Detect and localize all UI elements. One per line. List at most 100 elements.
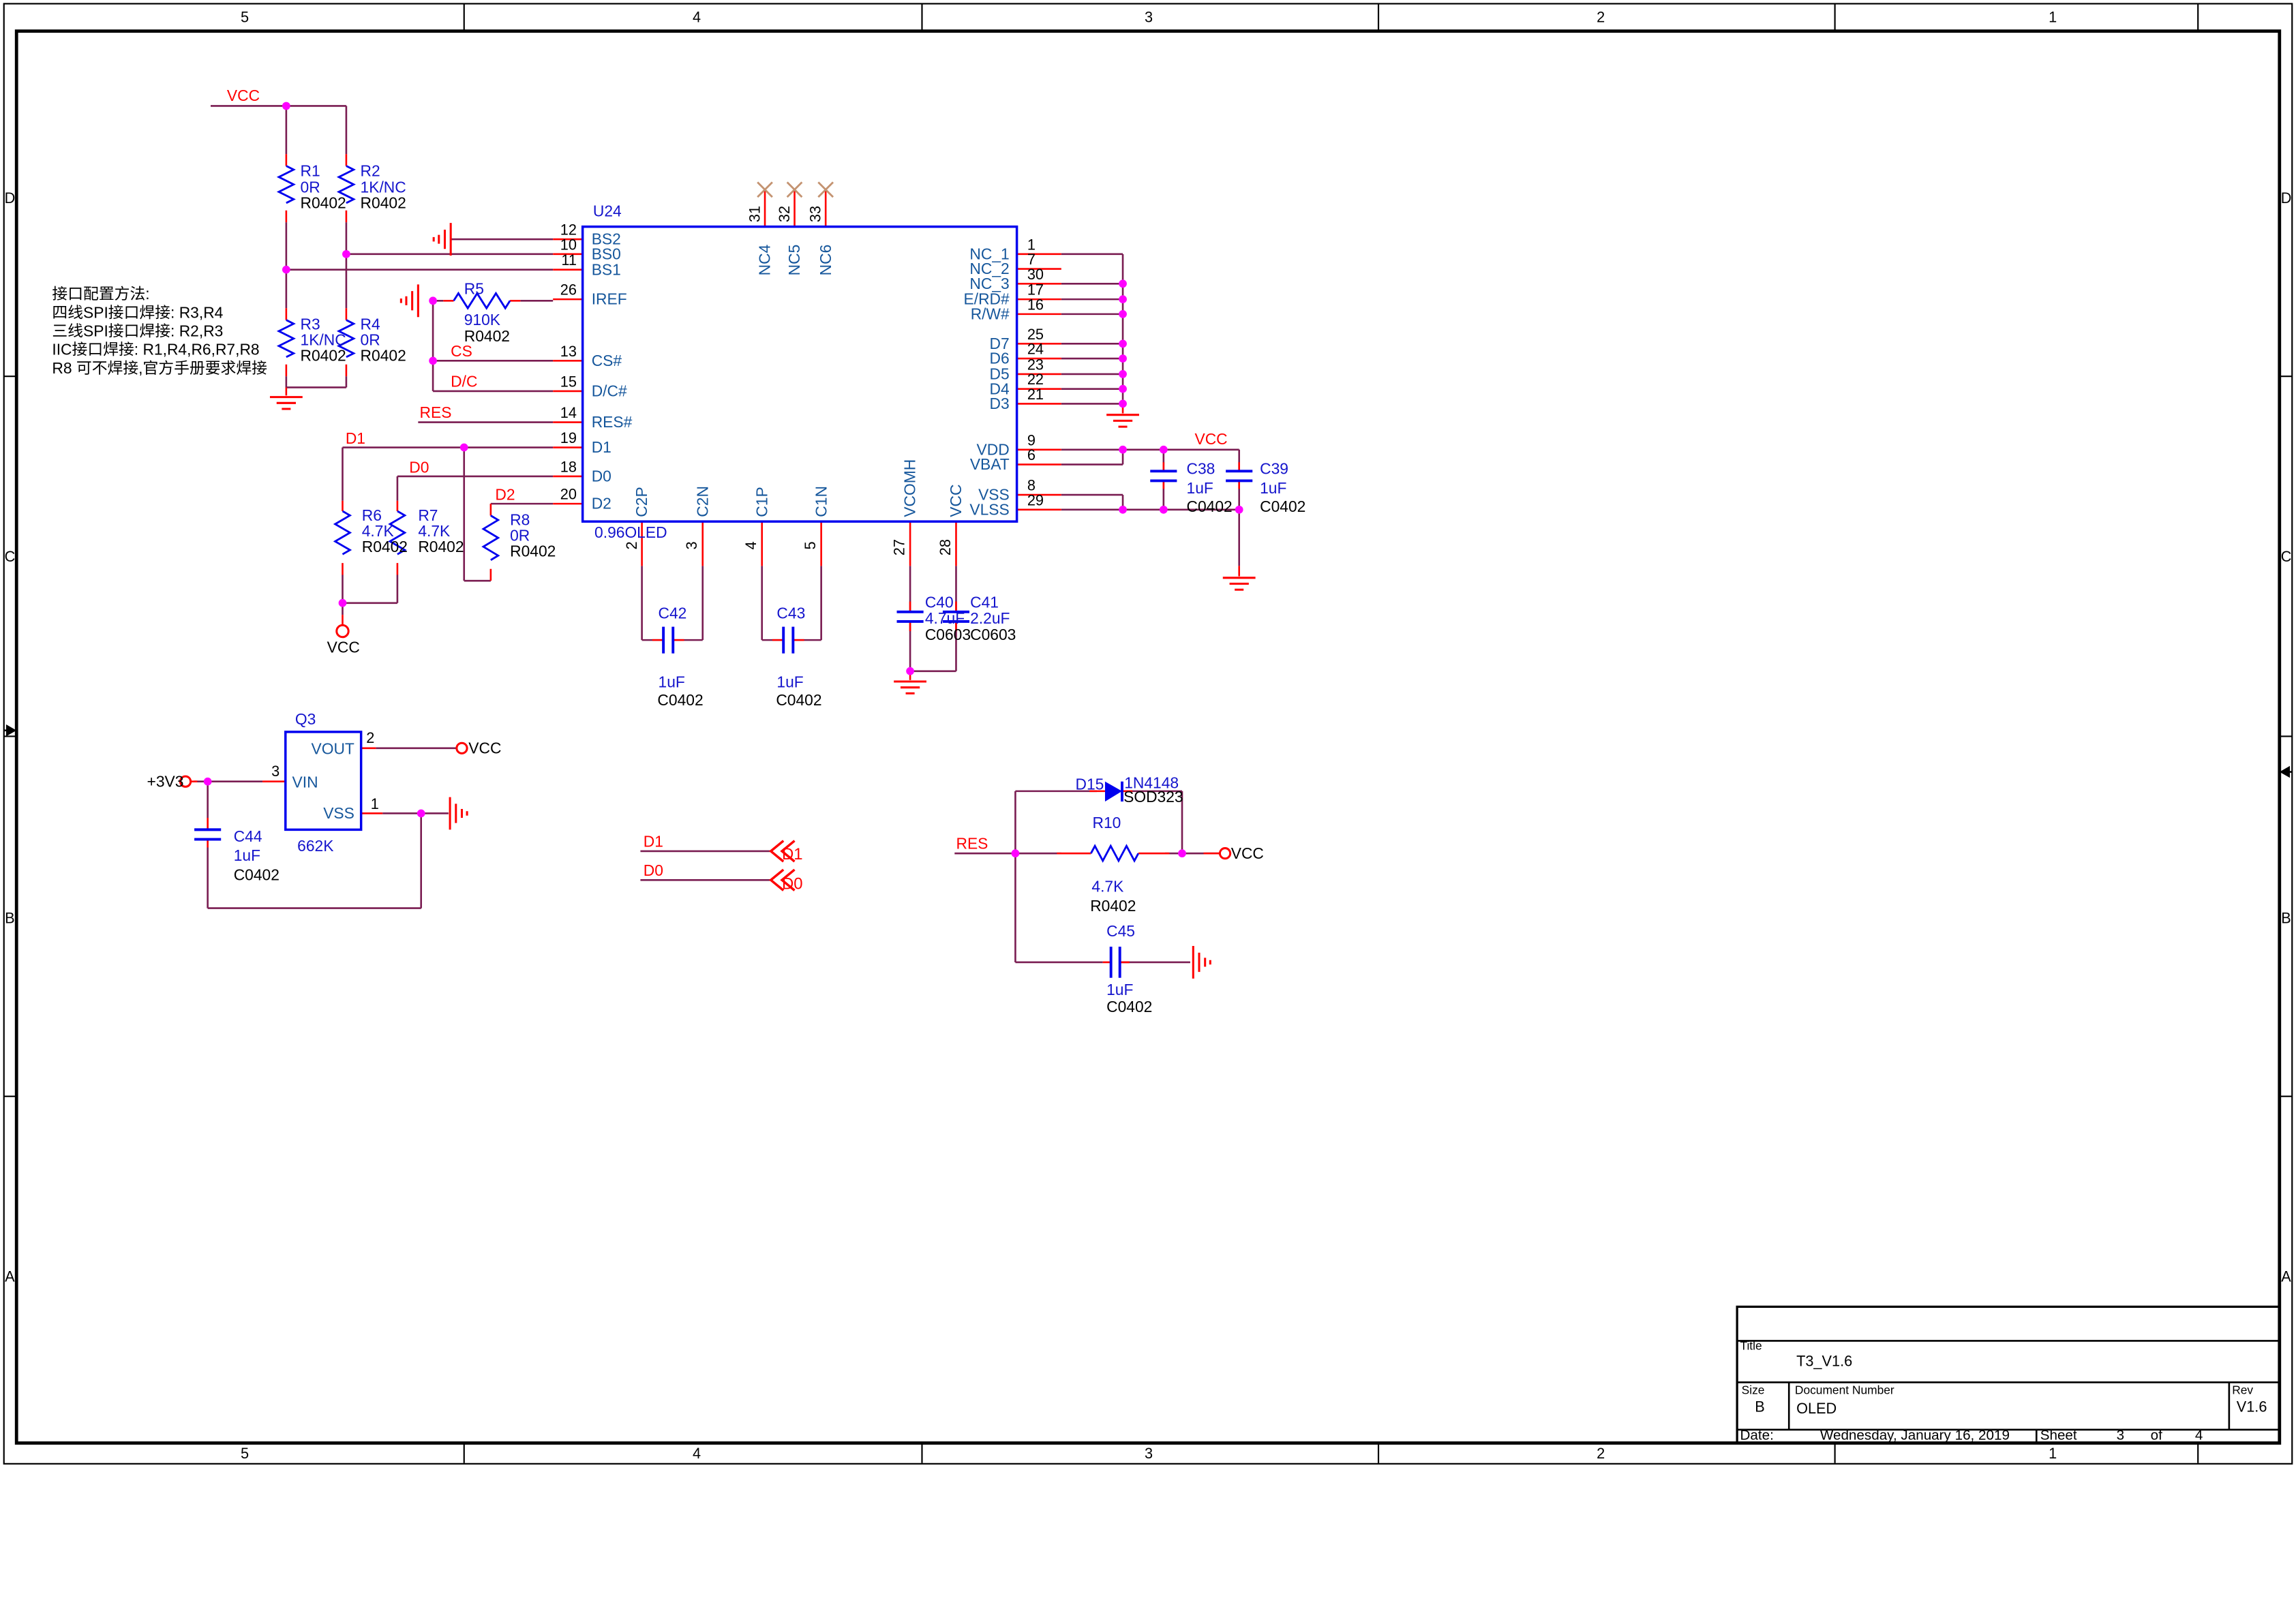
resistor-r3-symbol bbox=[279, 320, 294, 357]
ref-r10: R10 bbox=[1092, 814, 1121, 831]
gnd-icon-c40 bbox=[894, 682, 926, 693]
gnd-icon-q3-vss bbox=[450, 797, 467, 830]
fp-r10: R0402 bbox=[1090, 897, 1136, 915]
net-d0-left: D0 bbox=[644, 861, 663, 879]
rev-value: V1.6 bbox=[2237, 1398, 2267, 1416]
zone-right-d: D bbox=[2281, 189, 2292, 206]
sheet-alignment-arrow-right bbox=[2280, 766, 2292, 778]
ref-c43: C43 bbox=[776, 605, 805, 622]
num-30: 30 bbox=[1027, 266, 1044, 283]
pin-vin: VIN bbox=[292, 773, 318, 791]
net-d0: D0 bbox=[409, 458, 429, 476]
rev-label: Rev bbox=[2232, 1383, 2253, 1397]
fp-c45: C0402 bbox=[1106, 998, 1152, 1015]
ref-c39: C39 bbox=[1260, 460, 1288, 478]
gnd-icon-iref bbox=[401, 284, 418, 317]
net-res: RES bbox=[420, 403, 452, 421]
pin-nc6: NC6 bbox=[817, 245, 834, 276]
fp-c44: C0402 bbox=[234, 866, 280, 883]
ref-c44: C44 bbox=[234, 827, 262, 845]
pin-vout: VOUT bbox=[311, 740, 354, 758]
net-vcc-right: VCC bbox=[1194, 430, 1227, 448]
ref-r5: R5 bbox=[464, 280, 484, 298]
num-q3-2: 2 bbox=[366, 729, 374, 746]
fp-r5: R0402 bbox=[464, 327, 510, 345]
component-symbols bbox=[194, 166, 1252, 977]
zone-top-3: 3 bbox=[1145, 9, 1153, 26]
num-28: 28 bbox=[937, 539, 954, 555]
port-vcc-1: VCC bbox=[327, 639, 360, 656]
net-res-2: RES bbox=[956, 835, 988, 853]
zone-right-c: C bbox=[2281, 548, 2292, 565]
pin-stubs bbox=[191, 154, 1239, 962]
fp-r6: R0402 bbox=[362, 538, 408, 555]
sheet-title: T3_V1.6 bbox=[1796, 1352, 1852, 1369]
capacitor-c42-symbol bbox=[663, 627, 673, 654]
ref-d15: D15 bbox=[1075, 776, 1104, 793]
val-r5: 910K bbox=[464, 311, 500, 328]
pin-vcomh: VCOMH bbox=[901, 459, 919, 517]
zone-top-4: 4 bbox=[693, 9, 701, 26]
val-c45: 1uF bbox=[1106, 981, 1133, 998]
pin-vss-q3: VSS bbox=[323, 804, 354, 822]
zone-left-a: A bbox=[5, 1268, 15, 1285]
num-q3-1: 1 bbox=[371, 795, 379, 812]
doc-number-value: OLED bbox=[1796, 1400, 1837, 1417]
val-c38: 1uF bbox=[1187, 479, 1213, 497]
wire-ic-right bbox=[1061, 254, 1239, 566]
fp-d15: SOD323 bbox=[1123, 788, 1183, 806]
fp-r4: R0402 bbox=[361, 346, 406, 364]
val-c40: 4.7uF bbox=[925, 609, 965, 627]
doc-number-label: Document Number bbox=[1795, 1383, 1894, 1397]
pin-c1n: C1N bbox=[812, 486, 830, 517]
pin-res: RES# bbox=[592, 413, 633, 431]
note-line-4: IIC接口焊接: R1,R4,R6,R7,R8 bbox=[52, 341, 259, 358]
ref-u24: U24 bbox=[593, 202, 622, 219]
fp-c42: C0402 bbox=[657, 691, 703, 709]
zone-left-c: C bbox=[5, 548, 16, 565]
wire-reset-circuit bbox=[954, 791, 1220, 962]
pin-iref: IREF bbox=[592, 290, 627, 308]
num-10: 10 bbox=[560, 236, 577, 253]
vcc-port-circle-1 bbox=[337, 625, 348, 637]
fp-r3: R0402 bbox=[301, 346, 346, 364]
zone-top-2: 2 bbox=[1597, 9, 1605, 26]
pin-c2p: C2P bbox=[633, 487, 650, 517]
capacitor-c40-symbol bbox=[897, 612, 924, 622]
num-13: 13 bbox=[560, 343, 577, 360]
fp-c39: C0402 bbox=[1260, 498, 1305, 515]
zone-bottom-3: 3 bbox=[1145, 1445, 1153, 1462]
capacitor-c43-symbol bbox=[783, 627, 793, 654]
num-19: 19 bbox=[560, 429, 577, 446]
gnd-icon-data-bus bbox=[1106, 415, 1139, 427]
zone-right-b: B bbox=[2281, 909, 2291, 926]
date-label: Date: bbox=[1740, 1428, 1773, 1443]
zone-top-1: 1 bbox=[2049, 9, 2057, 26]
pin-nc5: NC5 bbox=[785, 245, 803, 276]
num-q3-3: 3 bbox=[271, 763, 280, 780]
gnd-icon-r3 bbox=[270, 397, 303, 409]
schematic-page: Title T3_V1.6 Size B Document Number OLE… bbox=[0, 0, 2296, 1622]
pin-bs1: BS1 bbox=[592, 260, 621, 278]
sheet-alignment-arrow-left bbox=[4, 724, 16, 736]
pin-vbat: VBAT bbox=[970, 455, 1010, 473]
net-d1: D1 bbox=[346, 429, 365, 447]
vcc-port-circle-q3 bbox=[457, 743, 467, 753]
diode-d15-symbol bbox=[1105, 782, 1122, 801]
val-r10: 4.7K bbox=[1091, 878, 1123, 896]
ref-c38: C38 bbox=[1187, 460, 1215, 478]
net-wires bbox=[194, 106, 1239, 962]
pin-d2: D2 bbox=[592, 495, 611, 512]
sheet-label: Sheet bbox=[2040, 1428, 2077, 1443]
num-29: 29 bbox=[1027, 491, 1044, 508]
pin-cs: CS# bbox=[592, 352, 622, 369]
net-d2: D2 bbox=[495, 486, 515, 504]
val-c41: 2.2uF bbox=[970, 609, 1010, 627]
fp-c41: C0603 bbox=[970, 626, 1016, 643]
fp-r8: R0402 bbox=[510, 542, 556, 560]
pin-d0: D0 bbox=[592, 468, 611, 485]
fp-c40: C0603 bbox=[925, 626, 971, 643]
note-line-2: 四线SPI接口焊接: R3,R4 bbox=[52, 303, 223, 321]
pin-c1p: C1P bbox=[753, 487, 770, 517]
fp-r7: R0402 bbox=[418, 538, 464, 555]
